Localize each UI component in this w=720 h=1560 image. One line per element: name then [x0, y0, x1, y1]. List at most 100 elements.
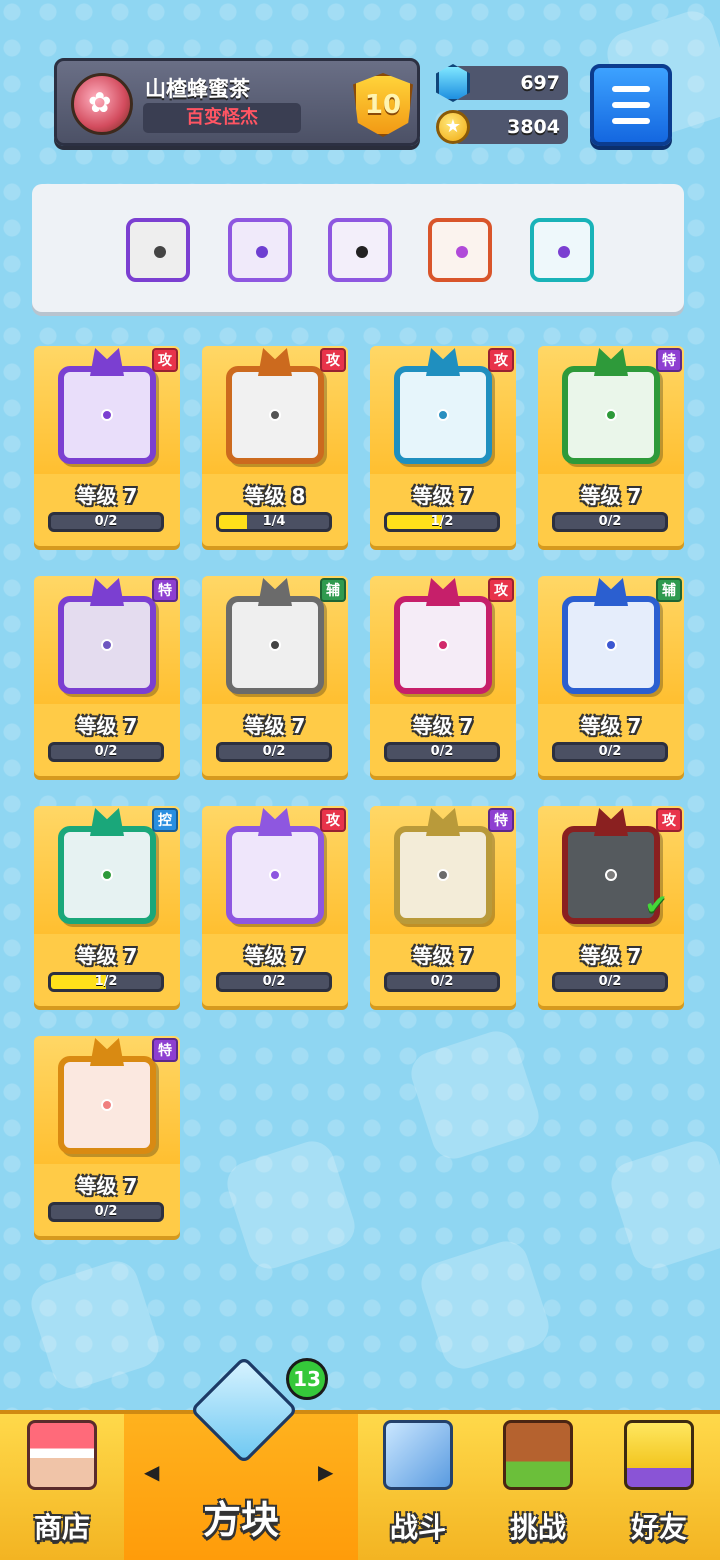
progress-text: 0/2 — [598, 514, 622, 529]
dice-type-tag: 攻 — [320, 348, 346, 372]
dice-upgrade-progress-bar: 1/4 — [216, 512, 332, 532]
dice-level-label: 等级 7 — [244, 944, 306, 968]
dice-type-tag: 攻 — [656, 808, 682, 832]
dice-level-label: 等级 7 — [412, 944, 474, 968]
dice-card[interactable]: 特等级 7 0/2 — [370, 806, 516, 1006]
deck-slot-crack-die-icon[interactable] — [328, 218, 392, 282]
rank-badge-icon[interactable]: 10 — [353, 73, 413, 137]
dice-upgrade-progress-bar: 0/2 — [48, 512, 164, 532]
nav-friends[interactable]: 好友 — [598, 1414, 720, 1560]
dice-card-art: 攻 — [370, 346, 516, 474]
dice-card-art: 特 — [538, 346, 684, 474]
dice-level-label: 等级 7 — [580, 484, 642, 508]
friends-character-icon — [624, 1420, 694, 1490]
dice-type-tag: 特 — [152, 1038, 178, 1062]
dice-card[interactable]: 攻 ✔ 等级 7 0/2 — [538, 806, 684, 1006]
wind-die-icon — [58, 826, 156, 924]
dice-card[interactable]: 特等级 7 0/2 — [34, 1036, 180, 1236]
sword-shield-icon — [383, 1420, 453, 1490]
dice-card-art: 控 — [34, 806, 180, 934]
dice-card[interactable]: 攻等级 7 0/2 — [370, 576, 516, 776]
dice-type-tag: 攻 — [320, 808, 346, 832]
dice-type-tag: 攻 — [488, 578, 514, 602]
background-die — [415, 1235, 555, 1375]
dice-level-label: 等级 7 — [76, 944, 138, 968]
dice-upgrade-progress-bar: 0/2 — [216, 972, 332, 992]
dragon-horn-decoration — [426, 808, 460, 836]
dragon-horn-decoration — [426, 578, 460, 606]
coin-icon: ★ — [436, 110, 470, 144]
dice-type-tag: 控 — [152, 808, 178, 832]
menu-button[interactable] — [590, 64, 672, 146]
dice-card-art: 攻 — [34, 346, 180, 474]
deck-slot-saw-blade-die-icon[interactable] — [126, 218, 190, 282]
die-pip — [269, 639, 281, 651]
equipped-deck-panel — [32, 184, 684, 312]
dice-card-art: 攻 ✔ — [538, 806, 684, 934]
nav-right-arrow-icon[interactable]: ▶ — [318, 1460, 333, 1484]
dice-card[interactable]: 攻等级 7 0/2 — [202, 806, 348, 1006]
nav-shop[interactable]: 商店 — [0, 1414, 124, 1560]
dice-type-tag: 特 — [488, 808, 514, 832]
dice-level-label: 等级 7 — [412, 484, 474, 508]
dragon-horn-decoration — [426, 348, 460, 376]
dice-card[interactable]: 控等级 7 1/2 — [34, 806, 180, 1006]
moon-die-icon — [562, 596, 660, 694]
player-title: 百变怪杰 — [143, 103, 301, 133]
background-die — [221, 1135, 361, 1275]
nav-battle-label: 战斗 — [389, 1511, 446, 1544]
coin-count: 3804 — [507, 116, 560, 138]
gem-count: 697 — [520, 72, 560, 94]
dice-type-tag: 攻 — [488, 348, 514, 372]
dragon-horn-decoration — [90, 348, 124, 376]
signpost-icon — [503, 1420, 573, 1490]
dice-card[interactable]: 攻等级 8 1/4 — [202, 346, 348, 546]
dice-card[interactable]: 辅等级 7 0/2 — [202, 576, 348, 776]
nav-left-arrow-icon[interactable]: ◀ — [144, 1460, 159, 1484]
progress-text: 0/2 — [598, 974, 622, 989]
star-die-icon — [226, 826, 324, 924]
equipped-check-icon: ✔ — [644, 888, 668, 921]
dice-card[interactable]: 辅等级 7 0/2 — [538, 576, 684, 776]
dice-count-badge: 13 — [286, 1358, 328, 1400]
deck-slot-hands-die-icon[interactable] — [530, 218, 594, 282]
die-pip — [605, 639, 617, 651]
nav-battle[interactable]: 战斗 — [358, 1414, 478, 1560]
dice-card[interactable]: 特等级 7 0/2 — [34, 576, 180, 776]
dice-upgrade-progress-bar: 1/2 — [384, 512, 500, 532]
dice-card-art: 攻 — [202, 346, 348, 474]
progress-text: 0/2 — [94, 744, 118, 759]
dice-upgrade-progress-bar: 0/2 — [552, 512, 668, 532]
dice-upgrade-progress-bar: 0/2 — [552, 742, 668, 762]
dice-level-label: 等级 7 — [412, 714, 474, 738]
dice-card-art: 辅 — [202, 576, 348, 704]
progress-text: 1/4 — [262, 514, 286, 529]
progress-text: 0/2 — [94, 1204, 118, 1219]
dice-card[interactable]: 攻等级 7 1/2 — [370, 346, 516, 546]
progress-text: 1/2 — [430, 514, 454, 529]
player-profile-card[interactable]: ✿ 山楂蜂蜜茶 百变怪杰 10 — [54, 58, 420, 146]
background-die — [405, 1025, 545, 1165]
gun-die-icon — [226, 366, 324, 464]
mist-die-icon — [58, 596, 156, 694]
die-pip — [101, 1099, 113, 1111]
dice-card[interactable]: 攻等级 7 0/2 — [34, 346, 180, 546]
dice-type-tag: 辅 — [320, 578, 346, 602]
die-pip — [605, 869, 617, 881]
dragon-horn-decoration — [594, 578, 628, 606]
menu-icon-bar — [612, 102, 650, 108]
dragon-horn-decoration — [258, 348, 292, 376]
whirlpool-die-icon — [394, 366, 492, 464]
heart-die-icon — [58, 1056, 156, 1154]
dice-card-art: 特 — [34, 576, 180, 704]
dice-card[interactable]: 特等级 7 0/2 — [538, 346, 684, 546]
nav-challenge[interactable]: 挑战 — [478, 1414, 598, 1560]
dice-level-label: 等级 7 — [76, 1174, 138, 1198]
deck-slot-infinity-die-icon[interactable] — [428, 218, 492, 282]
dice-card-art: 特 — [34, 1036, 180, 1164]
vine-die-icon — [562, 366, 660, 464]
avatar[interactable]: ✿ — [71, 73, 133, 135]
dice-upgrade-progress-bar: 0/2 — [384, 972, 500, 992]
deck-slot-gravity-die-icon[interactable] — [228, 218, 292, 282]
avatar-emblem-icon: ✿ — [88, 86, 112, 119]
